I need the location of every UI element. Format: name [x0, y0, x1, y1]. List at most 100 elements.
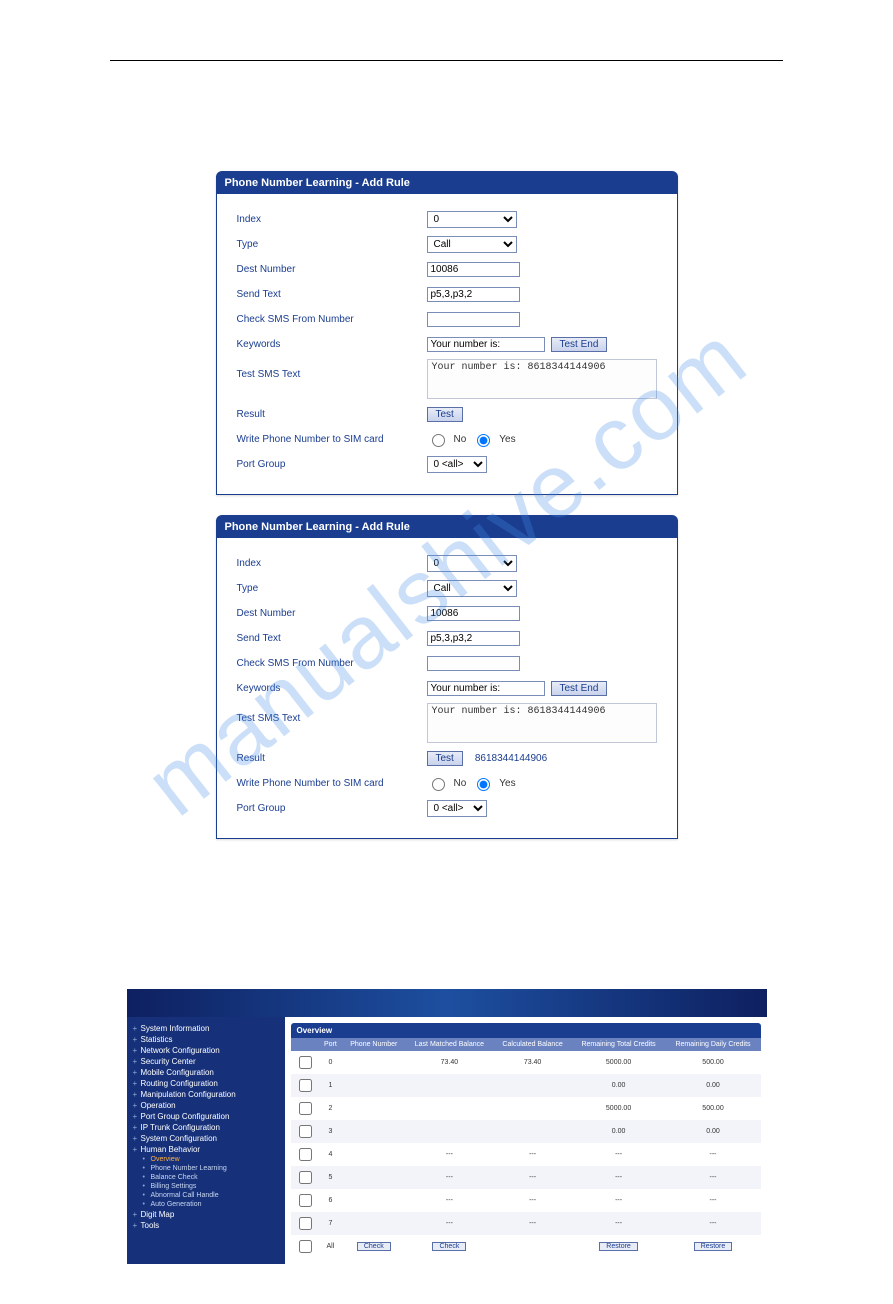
lmb-cell: ---	[405, 1166, 493, 1189]
result-label: Result	[237, 753, 427, 764]
checksms-input[interactable]	[427, 312, 520, 327]
phone-cell	[342, 1074, 405, 1097]
row-checkbox[interactable]	[299, 1102, 312, 1115]
index-select[interactable]: 0	[427, 211, 517, 228]
writesim-yes-radio[interactable]	[477, 434, 490, 447]
sidebar-item[interactable]: IP Trunk Configuration	[131, 1122, 281, 1133]
lmb-cell: ---	[405, 1189, 493, 1212]
type-select[interactable]: Call	[427, 580, 517, 597]
sidebar-subitem[interactable]: Balance Check	[131, 1173, 281, 1182]
table-row: 3 0.000.00	[291, 1120, 761, 1143]
all-checkbox[interactable]	[299, 1240, 312, 1253]
port-cell: 1	[319, 1074, 343, 1097]
testend-button[interactable]: Test End	[551, 681, 608, 696]
sidebar-item[interactable]: Routing Configuration	[131, 1078, 281, 1089]
portgroup-select[interactable]: 0 <all>	[427, 456, 487, 473]
phone-cell	[342, 1189, 405, 1212]
sidebar-item[interactable]: Statistics	[131, 1034, 281, 1045]
testtext-textarea[interactable]: Your number is: 8618344144906	[427, 703, 657, 743]
rdc-cell: 500.00	[666, 1097, 761, 1120]
writesim-no-radio[interactable]	[432, 778, 445, 791]
portgroup-label: Port Group	[237, 803, 427, 814]
keywords-label: Keywords	[237, 683, 427, 694]
sendtext-input[interactable]	[427, 631, 520, 646]
sidebar-item[interactable]: Digit Map	[131, 1209, 281, 1220]
checksms-input[interactable]	[427, 656, 520, 671]
sidebar-subitem[interactable]: Phone Number Learning	[131, 1164, 281, 1173]
keywords-input[interactable]	[427, 681, 545, 696]
sidebar-item[interactable]: Mobile Configuration	[131, 1067, 281, 1078]
sidebar-item[interactable]: Human Behavior	[131, 1144, 281, 1155]
sidebar: System InformationStatisticsNetwork Conf…	[127, 1017, 285, 1264]
sidebar-item[interactable]: Security Center	[131, 1056, 281, 1067]
row-checkbox[interactable]	[299, 1148, 312, 1161]
dest-input[interactable]	[427, 606, 520, 621]
port-cell: 4	[319, 1143, 343, 1166]
rdc-cell: ---	[666, 1189, 761, 1212]
rtc-cell: 0.00	[572, 1074, 666, 1097]
rdc-cell: 0.00	[666, 1120, 761, 1143]
sendtext-label: Send Text	[237, 633, 427, 644]
check-button[interactable]: Check	[432, 1242, 466, 1251]
port-cell: 3	[319, 1120, 343, 1143]
sidebar-item[interactable]: Port Group Configuration	[131, 1111, 281, 1122]
testtext-label: Test SMS Text	[237, 359, 427, 380]
index-label: Index	[237, 558, 427, 569]
writesim-label: Write Phone Number to SIM card	[237, 778, 427, 789]
keywords-input[interactable]	[427, 337, 545, 352]
table-row: 10.000.00	[291, 1074, 761, 1097]
overview-table: PortPhone NumberLast Matched BalanceCalc…	[291, 1038, 761, 1258]
testend-button[interactable]: Test End	[551, 337, 608, 352]
table-header: Phone Number	[342, 1038, 405, 1051]
sidebar-item[interactable]: System Information	[131, 1023, 281, 1034]
restore-button[interactable]: Restore	[599, 1242, 638, 1251]
row-checkbox[interactable]	[299, 1194, 312, 1207]
writesim-yes-radio[interactable]	[477, 778, 490, 791]
cb-cell	[494, 1120, 572, 1143]
table-row: 25000.00500.00	[291, 1097, 761, 1120]
phone-cell	[342, 1166, 405, 1189]
row-checkbox[interactable]	[299, 1079, 312, 1092]
test-button[interactable]: Test	[427, 751, 463, 766]
sidebar-item[interactable]: System Configuration	[131, 1133, 281, 1144]
sidebar-subitem[interactable]: Overview	[131, 1155, 281, 1164]
sidebar-subitem[interactable]: Abnormal Call Handle	[131, 1191, 281, 1200]
type-select[interactable]: Call	[427, 236, 517, 253]
cb-cell: ---	[494, 1166, 572, 1189]
portgroup-select[interactable]: 0 <all>	[427, 800, 487, 817]
phone-cell	[342, 1097, 405, 1120]
check-button[interactable]: Check	[357, 1242, 391, 1251]
phone-cell	[342, 1051, 405, 1074]
testtext-textarea[interactable]: Your number is: 8618344144906	[427, 359, 657, 399]
dest-label: Dest Number	[237, 264, 427, 275]
table-header: Last Matched Balance	[405, 1038, 493, 1051]
sidebar-subitem[interactable]: Billing Settings	[131, 1182, 281, 1191]
sendtext-input[interactable]	[427, 287, 520, 302]
port-cell: 2	[319, 1097, 343, 1120]
row-checkbox[interactable]	[299, 1056, 312, 1069]
sidebar-item[interactable]: Tools	[131, 1220, 281, 1231]
writesim-no-radio[interactable]	[432, 434, 445, 447]
sidebar-item[interactable]: Operation	[131, 1100, 281, 1111]
sidebar-subitem[interactable]: Auto Generation	[131, 1200, 281, 1209]
cb-cell	[494, 1097, 572, 1120]
row-checkbox[interactable]	[299, 1171, 312, 1184]
type-label: Type	[237, 583, 427, 594]
dest-input[interactable]	[427, 262, 520, 277]
lmb-cell: ---	[405, 1212, 493, 1235]
yes-label: Yes	[499, 434, 515, 445]
cb-cell: 73.40	[494, 1051, 572, 1074]
test-button[interactable]: Test	[427, 407, 463, 422]
lmb-cell: 73.40	[405, 1051, 493, 1074]
rtc-cell: 0.00	[572, 1120, 666, 1143]
restore-button[interactable]: Restore	[694, 1242, 733, 1251]
table-header	[291, 1038, 319, 1051]
sidebar-item[interactable]: Manipulation Configuration	[131, 1089, 281, 1100]
cb-cell: ---	[494, 1143, 572, 1166]
row-checkbox[interactable]	[299, 1217, 312, 1230]
index-select[interactable]: 0	[427, 555, 517, 572]
checksms-label: Check SMS From Number	[237, 658, 427, 669]
table-row: 7------------	[291, 1212, 761, 1235]
row-checkbox[interactable]	[299, 1125, 312, 1138]
sidebar-item[interactable]: Network Configuration	[131, 1045, 281, 1056]
